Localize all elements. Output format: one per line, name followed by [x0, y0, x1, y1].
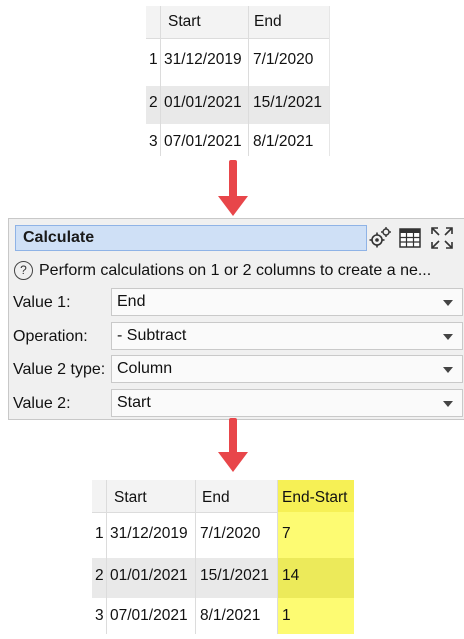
down-arrow-icon [218, 418, 248, 478]
value2-type-label: Value 2 type: [13, 361, 106, 378]
panel-title-bar[interactable]: Calculate [15, 225, 367, 251]
chevron-down-icon [443, 300, 453, 306]
cell-end[interactable]: 15/1/2021 [253, 93, 322, 113]
value2-dropdown[interactable]: Start [111, 389, 463, 417]
cell-start[interactable]: 01/01/2021 [110, 566, 188, 586]
cell-start[interactable]: 31/12/2019 [164, 50, 242, 70]
input-table: Start End 1 31/12/2019 7/1/2020 2 01/01/… [146, 6, 330, 156]
help-icon[interactable]: ? [14, 261, 33, 280]
cell-end-start[interactable]: 7 [282, 524, 291, 544]
column-header-start[interactable]: Start [114, 488, 147, 508]
description-text: Perform calculations on 1 or 2 columns t… [39, 261, 432, 279]
column-header-end[interactable]: End [202, 488, 230, 508]
cell-start[interactable]: 07/01/2021 [110, 606, 188, 626]
row-number: 1 [95, 525, 104, 542]
cell-start[interactable]: 01/01/2021 [164, 93, 242, 113]
value1-label: Value 1: [13, 294, 71, 311]
operation-dropdown[interactable]: - Subtract [111, 322, 463, 350]
value2-type-selected: Column [117, 360, 173, 377]
column-header-end[interactable]: End [254, 12, 282, 32]
column-header-start[interactable]: Start [168, 12, 201, 32]
chevron-down-icon [443, 367, 453, 373]
cell-end-start[interactable]: 14 [282, 566, 299, 586]
column-header-end-start[interactable]: End-Start [282, 488, 347, 508]
panel-description: ? Perform calculations on 1 or 2 columns… [14, 261, 431, 280]
cell-start[interactable]: 07/01/2021 [164, 132, 242, 152]
output-table: Start End End-Start 1 31/12/2019 7/1/202… [92, 480, 354, 634]
cell-end[interactable]: 15/1/2021 [200, 566, 269, 586]
row-number: 3 [95, 607, 104, 624]
value1-dropdown[interactable]: End [111, 288, 463, 316]
cell-end[interactable]: 8/1/2021 [253, 132, 313, 152]
cell-end-start[interactable]: 1 [282, 606, 291, 626]
row-number: 2 [95, 567, 104, 584]
chevron-down-icon [443, 334, 453, 340]
calculate-panel: Calculate ? Perform calculations on 1 or… [8, 218, 464, 420]
down-arrow-icon [218, 160, 248, 218]
cell-end[interactable]: 8/1/2021 [200, 606, 260, 626]
operation-selected: - Subtract [117, 327, 187, 344]
panel-title: Calculate [23, 229, 95, 246]
row-number: 3 [149, 133, 158, 150]
maximize-icon[interactable] [429, 225, 455, 251]
cell-start[interactable]: 31/12/2019 [110, 524, 188, 544]
table-icon[interactable] [397, 225, 423, 251]
row-number: 1 [149, 51, 158, 68]
value2-selected: Start [117, 394, 151, 411]
chevron-down-icon [443, 401, 453, 407]
cell-end[interactable]: 7/1/2020 [200, 524, 260, 544]
value2-label: Value 2: [13, 395, 71, 412]
value1-selected: End [117, 293, 146, 310]
value2-type-dropdown[interactable]: Column [111, 355, 463, 383]
cell-end[interactable]: 7/1/2020 [253, 50, 313, 70]
settings-gears-icon[interactable] [367, 225, 393, 251]
row-number: 2 [149, 94, 158, 111]
operation-label: Operation: [13, 328, 88, 345]
